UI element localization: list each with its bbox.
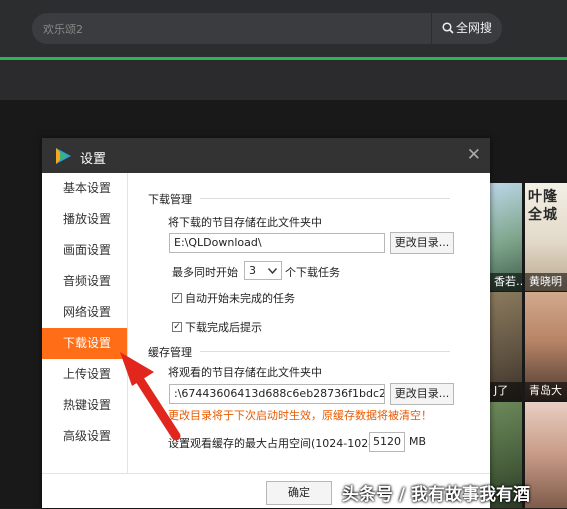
- dialog-header: 设置 ✕: [42, 138, 490, 173]
- max-tasks-prefix: 最多同时开始: [172, 266, 238, 279]
- nav-item-picture[interactable]: 画面设置: [42, 235, 127, 266]
- nav-item-playback[interactable]: 播放设置: [42, 204, 127, 235]
- dialog-title: 设置: [80, 152, 107, 167]
- max-tasks-value: 3: [249, 264, 256, 277]
- search-icon: [442, 22, 454, 34]
- cache-path-field[interactable]: :\67443606413d688c6eb28736f1bdc26d\: [169, 384, 385, 404]
- settings-dialog: 设置 ✕ 基本设置 播放设置 画面设置 音频设置 网络设置 下载设置 上传设置 …: [42, 138, 490, 508]
- video-thumbnail[interactable]: 青岛大: [525, 292, 567, 400]
- thumbnail-title-art: 叶隆 全城: [528, 189, 558, 223]
- video-thumbnail[interactable]: J了: [490, 292, 522, 400]
- top-bar: 欢乐颂2 全网搜: [0, 0, 567, 58]
- notify-complete-label: 下载完成后提示: [185, 321, 262, 334]
- search-all-label: 全网搜: [455, 21, 492, 35]
- thumbnail-caption: 青岛大: [525, 382, 567, 400]
- close-icon[interactable]: ✕: [467, 145, 481, 165]
- cache-folder-label: 将观看的节目存储在此文件夹中: [168, 366, 322, 379]
- search-all-button[interactable]: 全网搜: [431, 13, 502, 44]
- divider: [200, 198, 450, 199]
- max-tasks-select[interactable]: 3: [244, 261, 282, 280]
- video-thumbnail[interactable]: 叶隆 全城 黄晓明: [525, 183, 567, 291]
- search-bar[interactable]: 欢乐颂2 全网搜: [32, 13, 502, 44]
- max-cache-space-input[interactable]: 5120: [369, 432, 405, 452]
- auto-start-checkbox[interactable]: ✓: [172, 293, 182, 303]
- nav-item-basic[interactable]: 基本设置: [42, 173, 127, 204]
- max-cache-space-label: 设置观看缓存的最大占用空间(1024-10240): [168, 437, 387, 450]
- video-thumbnail[interactable]: [525, 402, 567, 508]
- divider: [200, 351, 450, 352]
- auto-start-label: 自动开始未完成的任务: [185, 292, 295, 305]
- section-title-download: 下载管理: [148, 193, 192, 206]
- cache-change-dir-button[interactable]: 更改目录...: [390, 383, 454, 405]
- download-path-field[interactable]: E:\QLDownload\: [169, 233, 385, 253]
- nav-item-audio[interactable]: 音频设置: [42, 266, 127, 297]
- nav-item-network[interactable]: 网络设置: [42, 297, 127, 328]
- notify-complete-checkbox[interactable]: ✓: [172, 322, 182, 332]
- thumbnail-caption: J了: [490, 382, 522, 400]
- max-cache-space-unit: MB: [409, 435, 427, 448]
- watermark-text: 头条号 / 我有故事我有酒: [342, 485, 531, 505]
- video-thumbnail[interactable]: 香若…: [490, 183, 522, 291]
- app-logo-icon: [56, 148, 71, 164]
- thumbnail-caption: 黄晓明: [525, 273, 567, 291]
- max-tasks-suffix: 个下载任务: [285, 266, 340, 279]
- download-folder-label: 将下载的节目存储在此文件夹中: [168, 216, 322, 229]
- ok-button[interactable]: 确定: [266, 481, 332, 505]
- annotation-arrow-icon: [120, 352, 181, 441]
- search-input[interactable]: 欢乐颂2: [43, 21, 83, 37]
- cache-warning-text: 更改目录将于下次启动时生效，原缓存数据将被清空！: [168, 409, 432, 422]
- download-change-dir-button[interactable]: 更改目录...: [390, 232, 454, 254]
- nav-band: [0, 60, 567, 100]
- thumbnail-caption: 香若…: [490, 273, 522, 291]
- chevron-down-icon: [268, 268, 277, 274]
